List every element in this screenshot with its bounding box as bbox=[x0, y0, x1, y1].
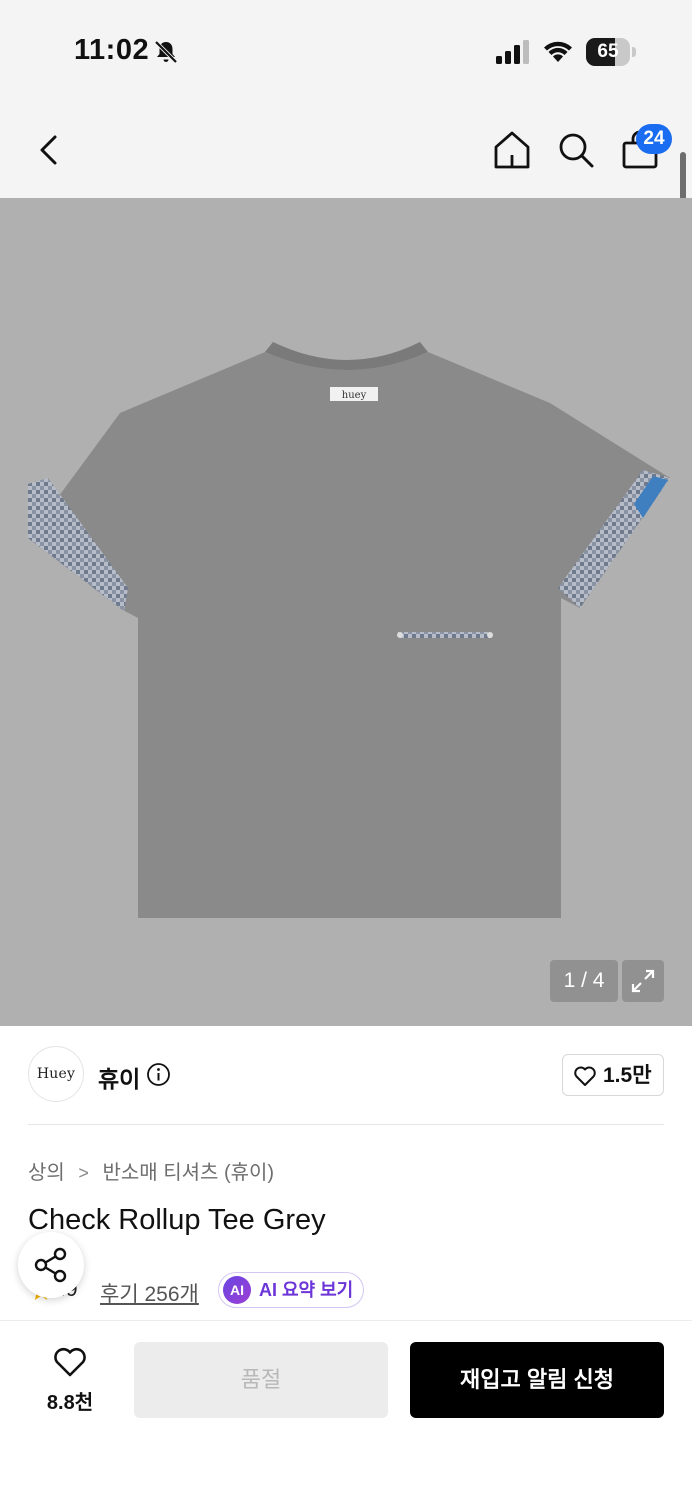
search-icon[interactable] bbox=[554, 128, 598, 172]
image-counter: 1 / 4 bbox=[550, 960, 618, 1002]
breadcrumb-separator: > bbox=[78, 1163, 89, 1183]
product-image-gallery[interactable]: huey 1 / 4 bbox=[0, 198, 692, 1026]
breadcrumb-category[interactable]: 상의 bbox=[28, 1162, 65, 1184]
cellular-signal-icon bbox=[496, 40, 529, 64]
divider bbox=[28, 1124, 664, 1125]
reviews-link[interactable]: 후기 256개 bbox=[100, 1278, 199, 1308]
share-icon bbox=[34, 1247, 67, 1283]
expand-icon bbox=[631, 969, 655, 993]
breadcrumb-subcategory[interactable]: 반소매 티셔츠 (휴이) bbox=[102, 1162, 274, 1184]
share-button[interactable] bbox=[18, 1232, 84, 1298]
brand-row: Huey 휴이 1.5만 bbox=[28, 1046, 664, 1104]
bell-slash-icon bbox=[154, 40, 178, 64]
restock-alert-button[interactable]: 재입고 알림 신청 bbox=[410, 1342, 664, 1418]
battery-icon: 65 bbox=[586, 38, 636, 66]
ai-summary-label: AI 요약 보기 bbox=[259, 1280, 354, 1300]
expand-image-button[interactable] bbox=[622, 960, 664, 1002]
shirt-tag-label: huey bbox=[342, 390, 367, 401]
soldout-button[interactable]: 품절 bbox=[134, 1342, 388, 1418]
tshirt-product-image: huey bbox=[28, 342, 670, 918]
cart-count-badge[interactable]: 24 bbox=[636, 124, 672, 154]
brand-like-button[interactable]: 1.5만 bbox=[562, 1054, 664, 1096]
ai-summary-button[interactable]: AI AI 요약 보기 bbox=[218, 1272, 364, 1308]
top-nav-bar bbox=[0, 100, 692, 198]
heart-outline-icon bbox=[54, 1347, 86, 1377]
brand-logo[interactable]: Huey bbox=[28, 1046, 84, 1102]
info-icon[interactable] bbox=[146, 1062, 171, 1087]
brand-like-count: 1.5만 bbox=[603, 1064, 652, 1087]
heart-outline-icon bbox=[574, 1066, 596, 1086]
wishlist-count: 8.8천 bbox=[46, 1392, 94, 1414]
back-chevron-icon[interactable] bbox=[28, 128, 72, 172]
home-icon[interactable] bbox=[490, 128, 534, 172]
ai-badge: AI bbox=[223, 1276, 251, 1304]
status-time: 11:02 bbox=[74, 34, 150, 66]
breadcrumb: 상의 > 반소매 티셔츠 (휴이) bbox=[28, 1156, 274, 1185]
status-bar: 11:02 65 bbox=[0, 0, 692, 100]
wishlist-button[interactable]: 8.8천 bbox=[30, 1340, 110, 1420]
brand-name[interactable]: 휴이 bbox=[98, 1060, 140, 1094]
product-title: Check Rollup Tee Grey bbox=[28, 1204, 326, 1236]
wifi-icon bbox=[544, 41, 572, 62]
battery-level: 65 bbox=[597, 41, 619, 62]
